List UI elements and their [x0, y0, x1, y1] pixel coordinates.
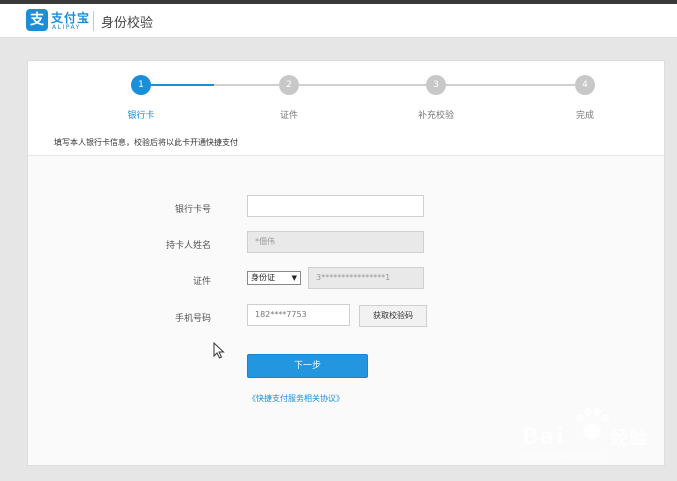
- watermark-url: jingyan.baidu.com: [521, 451, 605, 461]
- holder-name-field: *佃伟: [247, 231, 424, 253]
- step-1-label: 银行卡: [127, 111, 155, 121]
- instruction-text: 填写本人银行卡信息，校验后将以此卡开通快捷支付: [54, 138, 238, 147]
- step-connector-1: [151, 84, 214, 86]
- id-label: 证件: [192, 277, 211, 287]
- mouse-cursor-icon: [213, 342, 225, 359]
- step-2-indicator: 2: [279, 75, 299, 95]
- step-3-indicator: 3: [426, 75, 446, 95]
- page-title: 身份校验: [101, 16, 154, 31]
- watermark-brand-prefix: Bai: [522, 425, 565, 450]
- step-4-label: 完成: [575, 111, 594, 121]
- window-top-edge: [0, 0, 677, 4]
- id-type-select[interactable]: 身份证 ▼: [247, 271, 301, 285]
- alipay-logo-icon: 支: [26, 9, 48, 31]
- brand-name-en: ALIPAY: [52, 24, 81, 31]
- top-bar: 支 支付宝 ALIPAY 身份校验: [0, 0, 677, 38]
- phone-label: 手机号码: [174, 314, 211, 324]
- watermark-brand: Bai 经验: [522, 424, 648, 450]
- bank-card-input[interactable]: [247, 195, 424, 217]
- get-verification-code-button[interactable]: 获取校验码: [359, 305, 427, 327]
- dropdown-arrow-icon: ▼: [291, 274, 297, 282]
- bank-card-label: 银行卡号: [174, 205, 211, 215]
- step-3-label: 补充校验: [417, 111, 454, 121]
- holder-name-label: 持卡人姓名: [165, 241, 211, 251]
- next-step-button[interactable]: 下一步: [247, 354, 368, 378]
- phone-input[interactable]: 182****7753: [247, 304, 350, 326]
- step-connector-3: [446, 84, 575, 86]
- id-number-field: 3****************1: [308, 267, 424, 289]
- header-divider: [93, 11, 94, 31]
- id-type-selected: 身份证: [251, 273, 275, 282]
- step-2-label: 证件: [279, 111, 298, 121]
- step-connector-2: [299, 84, 426, 86]
- agreement-link[interactable]: 《快捷支付服务相关协议》: [248, 393, 344, 404]
- step-4-indicator: 4: [575, 75, 595, 95]
- watermark-brand-suffix: 经验: [610, 428, 649, 449]
- step-1-indicator: 1: [131, 75, 151, 95]
- step-connector-1b: [214, 84, 279, 86]
